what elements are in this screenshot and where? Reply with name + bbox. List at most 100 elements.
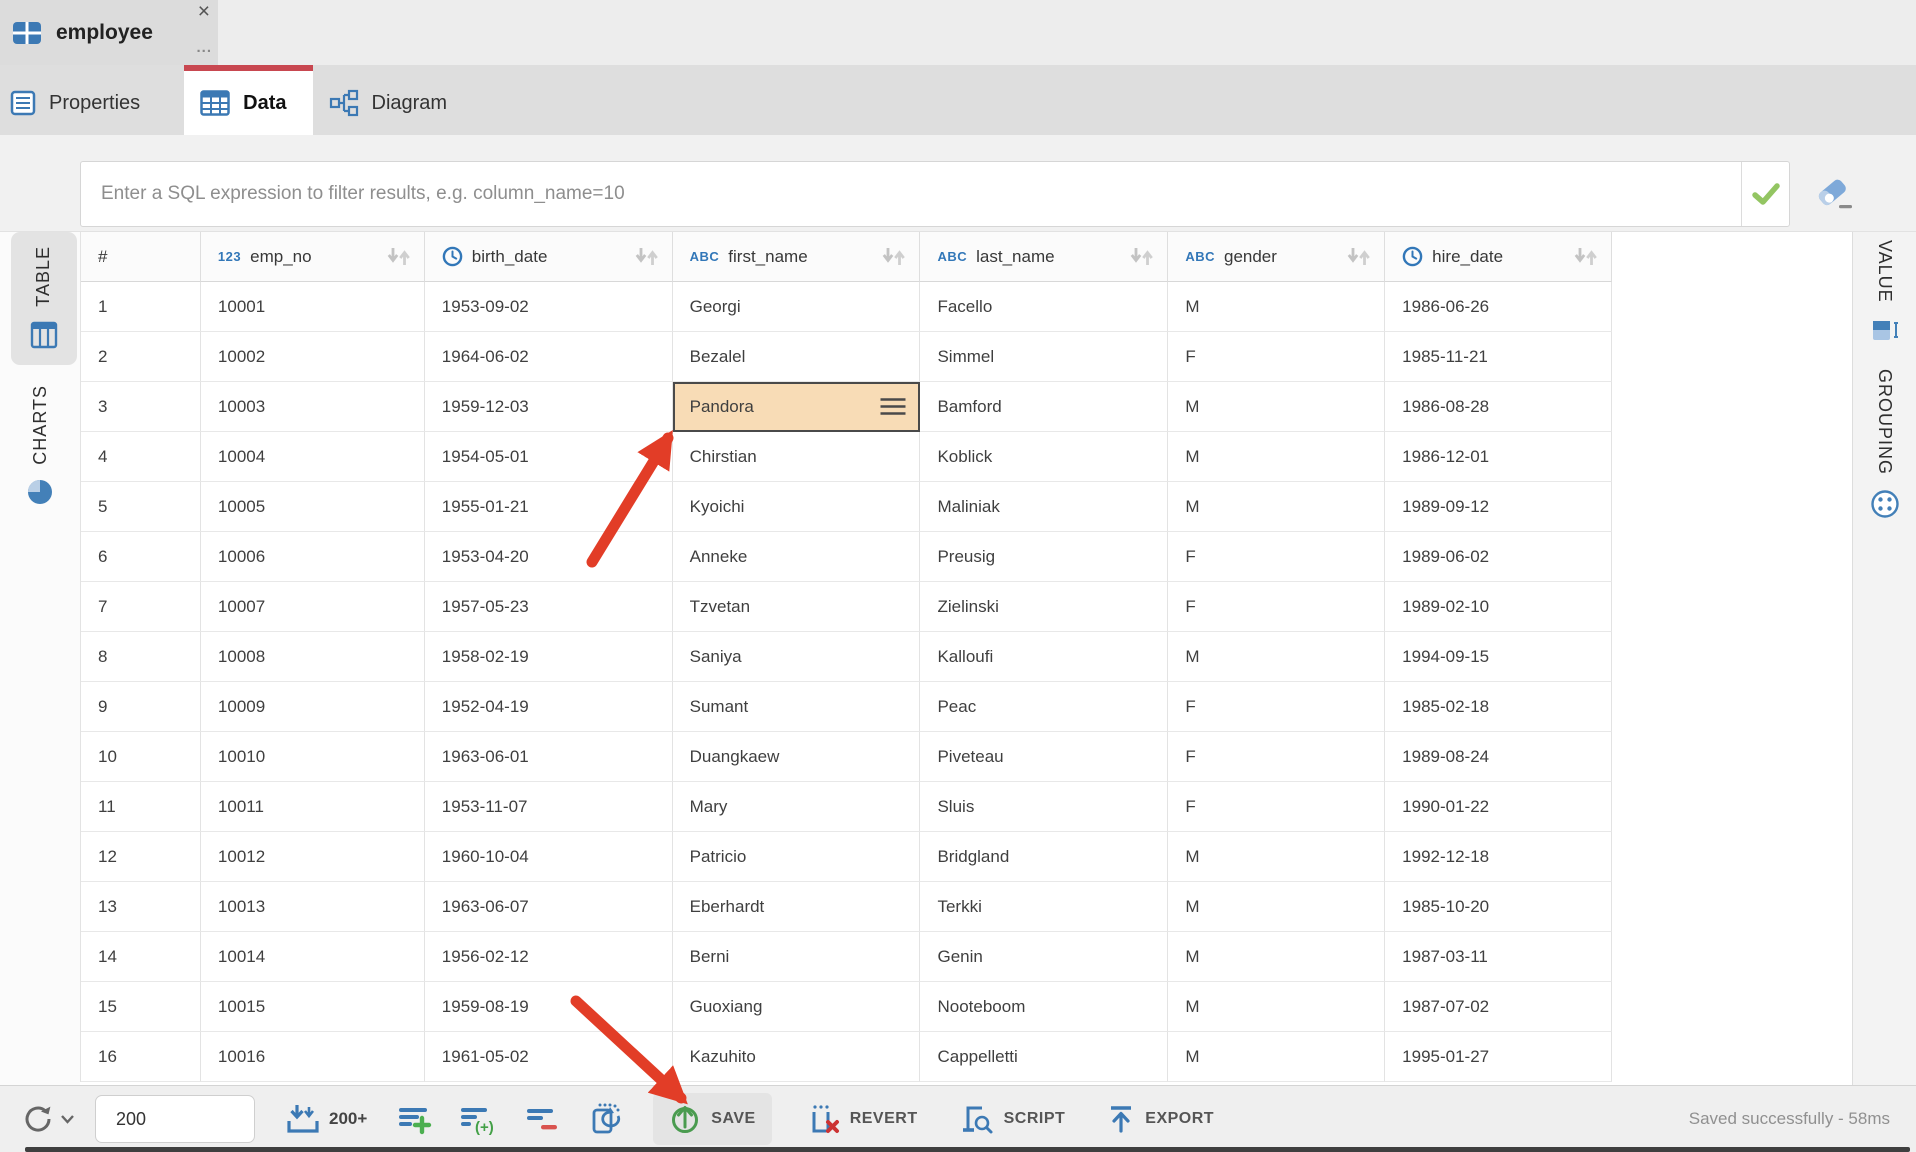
data-cell[interactable]: 10005 — [201, 482, 425, 532]
clear-filter-button[interactable] — [1804, 171, 1864, 217]
data-cell[interactable]: Piveteau — [920, 732, 1168, 782]
script-button[interactable]: SCRIPT — [944, 1093, 1082, 1145]
data-cell[interactable]: Kyoichi — [673, 482, 921, 532]
data-cell[interactable]: Saniya — [673, 632, 921, 682]
column-header-gender[interactable]: ABCgender — [1168, 232, 1385, 282]
data-cell[interactable]: 10001 — [201, 282, 425, 332]
row-number-cell[interactable]: 5 — [81, 482, 201, 532]
data-cell[interactable]: Sluis — [920, 782, 1168, 832]
duplicate-row-button[interactable]: (+) — [459, 1103, 499, 1135]
data-cell[interactable]: Maliniak — [920, 482, 1168, 532]
row-number-cell[interactable]: 16 — [81, 1032, 201, 1082]
data-cell[interactable]: 1959-12-03 — [425, 382, 673, 432]
data-cell[interactable]: Simmel — [920, 332, 1168, 382]
data-cell[interactable]: 1989-08-24 — [1385, 732, 1612, 782]
data-cell[interactable]: M — [1168, 932, 1385, 982]
delete-row-button[interactable] — [525, 1103, 561, 1135]
data-cell[interactable]: 1987-03-11 — [1385, 932, 1612, 982]
data-cell[interactable]: M — [1168, 282, 1385, 332]
data-cell[interactable]: 1990-01-22 — [1385, 782, 1612, 832]
tab-properties[interactable]: Properties — [0, 65, 184, 135]
row-number-cell[interactable]: 3 — [81, 382, 201, 432]
presentation-charts-toggle[interactable]: CHARTS — [26, 385, 54, 507]
data-cell[interactable]: Georgi — [673, 282, 921, 332]
data-cell[interactable]: F — [1168, 732, 1385, 782]
data-cell[interactable]: M — [1168, 632, 1385, 682]
data-cell[interactable]: M — [1168, 482, 1385, 532]
row-number-cell[interactable]: 9 — [81, 682, 201, 732]
data-cell[interactable]: Guoxiang — [673, 982, 921, 1032]
data-cell[interactable]: 1953-04-20 — [425, 532, 673, 582]
data-cell[interactable]: 10010 — [201, 732, 425, 782]
row-number-cell[interactable]: 15 — [81, 982, 201, 1032]
data-cell[interactable]: 10006 — [201, 532, 425, 582]
data-cell[interactable]: 1985-10-20 — [1385, 882, 1612, 932]
data-cell[interactable]: 1989-06-02 — [1385, 532, 1612, 582]
row-number-cell[interactable]: 7 — [81, 582, 201, 632]
fetch-next-page-button[interactable]: 200+ — [285, 1103, 367, 1135]
data-cell[interactable]: 1963-06-01 — [425, 732, 673, 782]
data-cell[interactable]: 1958-02-19 — [425, 632, 673, 682]
apply-filter-button[interactable] — [1741, 162, 1789, 226]
data-cell[interactable]: 10007 — [201, 582, 425, 632]
data-cell[interactable]: Terkki — [920, 882, 1168, 932]
data-cell[interactable]: 10014 — [201, 932, 425, 982]
sort-icon[interactable] — [1346, 247, 1372, 266]
data-cell[interactable]: 1963-06-07 — [425, 882, 673, 932]
data-cell[interactable]: 1953-09-02 — [425, 282, 673, 332]
sort-icon[interactable] — [881, 247, 907, 266]
data-cell[interactable]: 1957-05-23 — [425, 582, 673, 632]
data-cell[interactable]: 10015 — [201, 982, 425, 1032]
presentation-table-toggle[interactable]: TABLE — [11, 232, 77, 365]
row-number-cell[interactable]: 4 — [81, 432, 201, 482]
row-number-cell[interactable]: 2 — [81, 332, 201, 382]
data-cell[interactable]: 1985-02-18 — [1385, 682, 1612, 732]
save-button[interactable]: SAVE — [653, 1093, 771, 1145]
column-header-rownum[interactable]: # — [81, 232, 201, 282]
data-cell[interactable]: Eberhardt — [673, 882, 921, 932]
selected-cell[interactable]: Pandora — [673, 382, 921, 432]
add-row-button[interactable] — [397, 1103, 433, 1135]
data-cell[interactable]: Bridgland — [920, 832, 1168, 882]
data-cell[interactable]: Kazuhito — [673, 1032, 921, 1082]
export-button[interactable]: EXPORT — [1091, 1094, 1230, 1144]
value-panel-toggle[interactable]: VALUE — [1871, 240, 1899, 343]
data-cell[interactable]: Preusig — [920, 532, 1168, 582]
data-cell[interactable]: 1960-10-04 — [425, 832, 673, 882]
data-cell[interactable]: 1986-12-01 — [1385, 432, 1612, 482]
data-cell[interactable]: 10016 — [201, 1032, 425, 1082]
data-cell[interactable]: Mary — [673, 782, 921, 832]
column-header-emp_no[interactable]: 123emp_no — [201, 232, 425, 282]
revert-button[interactable]: REVERT — [792, 1093, 934, 1145]
data-cell[interactable]: 1952-04-19 — [425, 682, 673, 732]
column-header-birth_date[interactable]: birth_date — [425, 232, 673, 282]
data-cell[interactable]: M — [1168, 982, 1385, 1032]
data-cell[interactable]: Kalloufi — [920, 632, 1168, 682]
data-cell[interactable]: Sumant — [673, 682, 921, 732]
sql-filter-input[interactable] — [81, 162, 1741, 226]
data-cell[interactable]: 10008 — [201, 632, 425, 682]
column-header-first_name[interactable]: ABCfirst_name — [673, 232, 921, 282]
data-cell[interactable]: Anneke — [673, 532, 921, 582]
sort-icon[interactable] — [1573, 247, 1599, 266]
sort-icon[interactable] — [386, 247, 412, 266]
data-cell[interactable]: 1986-06-26 — [1385, 282, 1612, 332]
data-cell[interactable]: 1987-07-02 — [1385, 982, 1612, 1032]
data-cell[interactable]: Berni — [673, 932, 921, 982]
data-cell[interactable]: Cappelletti — [920, 1032, 1168, 1082]
row-number-cell[interactable]: 10 — [81, 732, 201, 782]
grouping-panel-toggle[interactable]: GROUPING — [1870, 369, 1900, 519]
data-cell[interactable]: F — [1168, 682, 1385, 732]
data-cell[interactable]: 10013 — [201, 882, 425, 932]
data-cell[interactable]: Duangkaew — [673, 732, 921, 782]
data-cell[interactable]: Tzvetan — [673, 582, 921, 632]
data-cell[interactable]: 1961-05-02 — [425, 1032, 673, 1082]
row-number-cell[interactable]: 1 — [81, 282, 201, 332]
data-cell[interactable]: F — [1168, 332, 1385, 382]
data-cell[interactable]: Patricio — [673, 832, 921, 882]
column-header-hire_date[interactable]: hire_date — [1385, 232, 1612, 282]
data-cell[interactable]: M — [1168, 382, 1385, 432]
data-cell[interactable]: Genin — [920, 932, 1168, 982]
data-cell[interactable]: Bamford — [920, 382, 1168, 432]
row-number-cell[interactable]: 8 — [81, 632, 201, 682]
